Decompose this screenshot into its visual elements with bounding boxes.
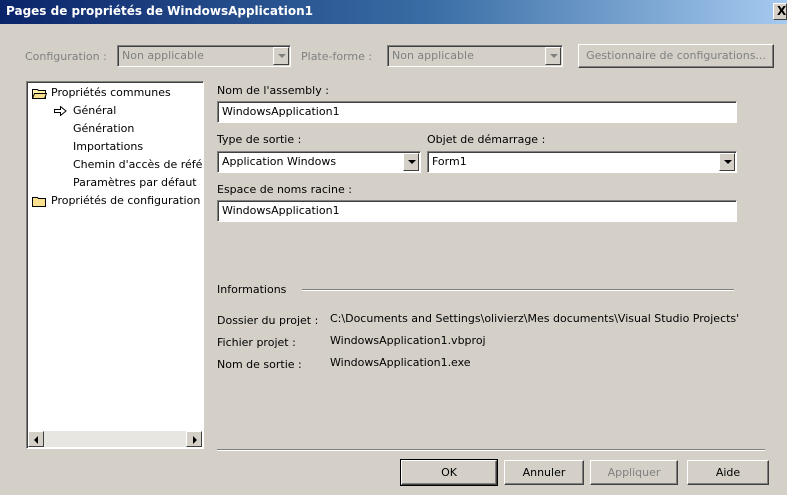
assembly-name-value: WindowsApplication1	[222, 105, 340, 118]
tree-item-generation[interactable]: Génération	[73, 122, 134, 135]
project-file-value: WindowsApplication1.vbproj	[330, 334, 486, 347]
configuration-dropdown[interactable]: Non applicable	[117, 45, 291, 67]
startup-object-value: Form1	[432, 155, 467, 168]
platform-dropdown[interactable]: Non applicable	[387, 45, 563, 67]
cancel-button[interactable]: Annuler	[504, 460, 584, 485]
ok-button[interactable]: OK	[400, 459, 498, 486]
tree-item-reference-path[interactable]: Chemin d'accès de réfé	[73, 158, 202, 171]
root-namespace-label: Espace de noms racine :	[217, 183, 352, 196]
arrow-right-icon	[54, 106, 67, 116]
startup-object-label: Objet de démarrage :	[427, 133, 546, 146]
assembly-name-input[interactable]: WindowsApplication1	[217, 101, 737, 123]
tree-item-general[interactable]: Général	[73, 104, 116, 117]
chevron-down-icon[interactable]	[403, 153, 419, 171]
output-type-value: Application Windows	[222, 155, 337, 168]
tree-item-default-settings[interactable]: Paramètres par défaut	[73, 176, 197, 189]
project-folder-value: C:\Documents and Settings\olivierz\Mes d…	[330, 312, 740, 325]
chevron-down-icon	[273, 47, 289, 65]
configuration-value: Non applicable	[122, 49, 204, 62]
tree-item-common-properties[interactable]: Propriétés communes	[51, 86, 171, 99]
chevron-down-icon	[545, 47, 561, 65]
apply-button[interactable]: Appliquer	[590, 460, 678, 485]
tree-item-imports[interactable]: Importations	[73, 140, 143, 153]
configuration-label: Configuration :	[25, 50, 107, 63]
configuration-manager-button[interactable]: Gestionnaire de configurations...	[578, 44, 774, 68]
scroll-right-button[interactable]	[186, 431, 202, 447]
scroll-left-button[interactable]	[28, 431, 44, 447]
output-type-dropdown[interactable]: Application Windows	[217, 151, 421, 173]
folder-open-icon	[32, 89, 47, 99]
bottom-divider	[217, 449, 765, 451]
folder-icon	[32, 197, 46, 207]
assembly-name-label: Nom de l'assembly :	[217, 84, 329, 97]
help-button[interactable]: Aide	[687, 460, 769, 485]
informations-heading: Informations	[217, 283, 287, 296]
platform-value: Non applicable	[392, 49, 474, 62]
property-tree[interactable]: Propriétés communes Général Génération I…	[26, 81, 204, 449]
tree-horizontal-scrollbar[interactable]	[28, 431, 202, 447]
startup-object-dropdown[interactable]: Form1	[427, 151, 737, 173]
informations-divider	[302, 289, 734, 291]
root-namespace-value: WindowsApplication1	[222, 204, 340, 217]
output-name-value: WindowsApplication1.exe	[330, 356, 471, 369]
tree-item-configuration-properties[interactable]: Propriétés de configuration	[51, 194, 200, 207]
platform-label: Plate-forme :	[301, 50, 373, 63]
output-name-label: Nom de sortie :	[217, 358, 302, 371]
window-title: Pages de propriétés de WindowsApplicatio…	[6, 4, 313, 18]
output-type-label: Type de sortie :	[217, 133, 302, 146]
chevron-down-icon[interactable]	[719, 153, 735, 171]
project-file-label: Fichier projet :	[217, 336, 296, 349]
root-namespace-input[interactable]: WindowsApplication1	[217, 200, 737, 222]
project-folder-label: Dossier du projet :	[217, 314, 319, 327]
close-button[interactable]: X	[773, 3, 787, 20]
